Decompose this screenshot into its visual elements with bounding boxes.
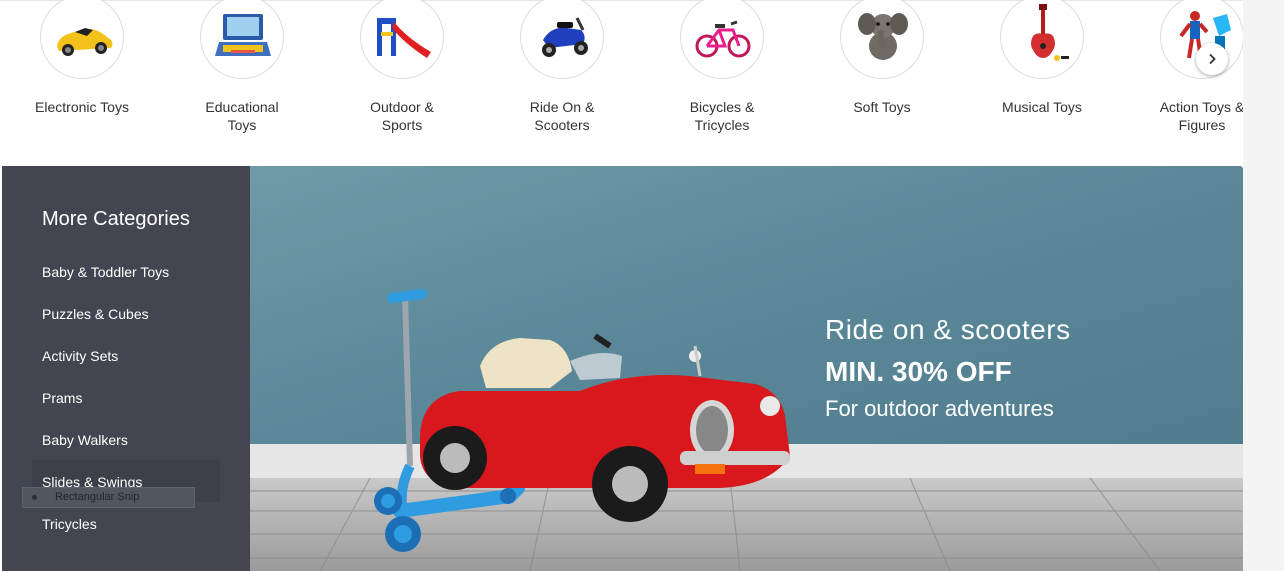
toy-guitar-icon: [1031, 4, 1069, 61]
category-outdoor-sports[interactable]: Outdoor & Sports: [322, 0, 482, 150]
toy-car-icon: [57, 28, 113, 56]
banner-title: Ride on & scooters: [825, 314, 1071, 345]
dot-icon: [32, 495, 37, 500]
category-image: [680, 0, 764, 79]
category-label: Ride On & Scooters: [529, 99, 595, 133]
bicycle-icon: [695, 20, 751, 58]
banner-offer: MIN. 30% OFF: [825, 356, 1012, 387]
category-label: Bicycles & Tricycles: [689, 99, 755, 133]
page: Electronic Toys Educational Toys Outdoor…: [0, 0, 1284, 571]
category-label: Electronic Toys: [35, 99, 129, 115]
plush-elephant-icon: [858, 13, 908, 60]
category-label: Educational Toys: [205, 99, 279, 133]
category-electronic-toys[interactable]: Electronic Toys: [2, 0, 162, 150]
sidebar-item-baby-walkers[interactable]: Baby Walkers: [42, 432, 128, 448]
learning-laptop-icon: [215, 14, 271, 56]
sidebar-heading: More Categories: [42, 208, 190, 230]
sidebar-item-activity-sets[interactable]: Activity Sets: [42, 348, 118, 364]
slide-icon: [377, 18, 431, 58]
category-label: Outdoor & Sports: [370, 99, 434, 133]
category-action-toys-figures[interactable]: Action Toys & Figures: [1122, 0, 1243, 150]
snip-tooltip: Rectangular Snip: [22, 487, 195, 508]
category-image: [1000, 0, 1084, 79]
category-ride-on-scooters[interactable]: Ride On & Scooters: [482, 0, 642, 150]
page-gutter: [1243, 0, 1284, 571]
category-musical-toys[interactable]: Musical Toys: [962, 0, 1122, 150]
category-soft-toys[interactable]: Soft Toys: [802, 0, 962, 150]
banner-tagline: For outdoor adventures: [825, 396, 1054, 421]
category-strip: Electronic Toys Educational Toys Outdoor…: [0, 0, 1243, 160]
chevron-right-icon: [1209, 53, 1216, 65]
category-image: [840, 0, 924, 79]
category-label: Soft Toys: [853, 99, 911, 115]
sidebar-item-baby-toddler-toys[interactable]: Baby & Toddler Toys: [42, 264, 169, 280]
category-educational-toys[interactable]: Educational Toys: [162, 0, 322, 150]
category-image: [520, 0, 604, 79]
category-image: [360, 0, 444, 79]
more-categories-sidebar: More Categories Baby & Toddler Toys Puzz…: [2, 166, 250, 571]
sidebar-item-tricycles[interactable]: Tricycles: [42, 516, 97, 532]
ride-on-bike-icon: [542, 17, 588, 57]
category-bicycles-tricycles[interactable]: Bicycles & Tricycles: [642, 0, 802, 150]
category-image: [40, 0, 124, 79]
category-label: Musical Toys: [1002, 99, 1082, 115]
snip-tooltip-text: Rectangular Snip: [55, 491, 140, 503]
category-image: [200, 0, 284, 79]
sidebar-item-puzzles-cubes[interactable]: Puzzles & Cubes: [42, 306, 149, 322]
category-label: Action Toys & Figures: [1159, 99, 1243, 133]
carousel-next-button[interactable]: [1196, 43, 1228, 75]
promo-banner[interactable]: Ride on & scooters MIN. 30% OFF For outd…: [250, 166, 1243, 571]
banner-image: [250, 166, 1243, 571]
sidebar-item-prams[interactable]: Prams: [42, 390, 82, 406]
